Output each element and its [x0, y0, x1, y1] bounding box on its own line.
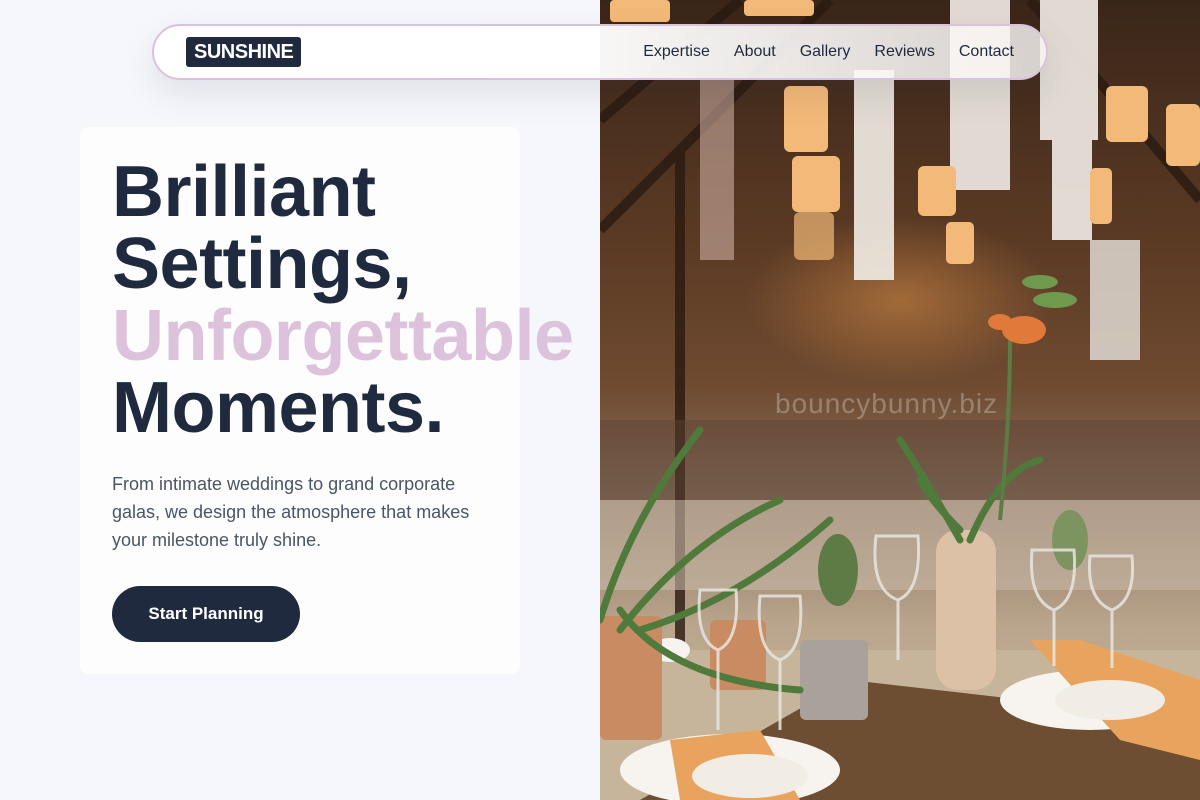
headline-line-2: Settings, — [112, 224, 412, 304]
hero-subtext: From intimate weddings to grand corporat… — [112, 474, 470, 550]
nav-link-reviews[interactable]: Reviews — [874, 43, 934, 61]
nav-link-about[interactable]: About — [734, 43, 776, 61]
nav-link-gallery[interactable]: Gallery — [800, 43, 851, 61]
top-navbar: SUNSHINE Expertise About Gallery Reviews… — [152, 24, 1048, 80]
brand-logo[interactable]: SUNSHINE — [186, 37, 302, 67]
headline-line-1: Brilliant — [112, 152, 376, 232]
hero-image: bouncybunny.biz — [600, 0, 1200, 800]
image-watermark: bouncybunny.biz — [775, 388, 999, 419]
hero-headline: Brilliant Settings, Unforgettable Moment… — [112, 156, 632, 444]
headline-accent-line: Unforgettable — [112, 296, 574, 376]
nav-link-contact[interactable]: Contact — [959, 43, 1014, 61]
headline-line-4: Moments. — [112, 368, 445, 448]
start-planning-button[interactable]: Start Planning — [112, 586, 300, 642]
nav-link-expertise[interactable]: Expertise — [643, 43, 710, 61]
nav-links: Expertise About Gallery Reviews Contact — [643, 43, 1014, 61]
